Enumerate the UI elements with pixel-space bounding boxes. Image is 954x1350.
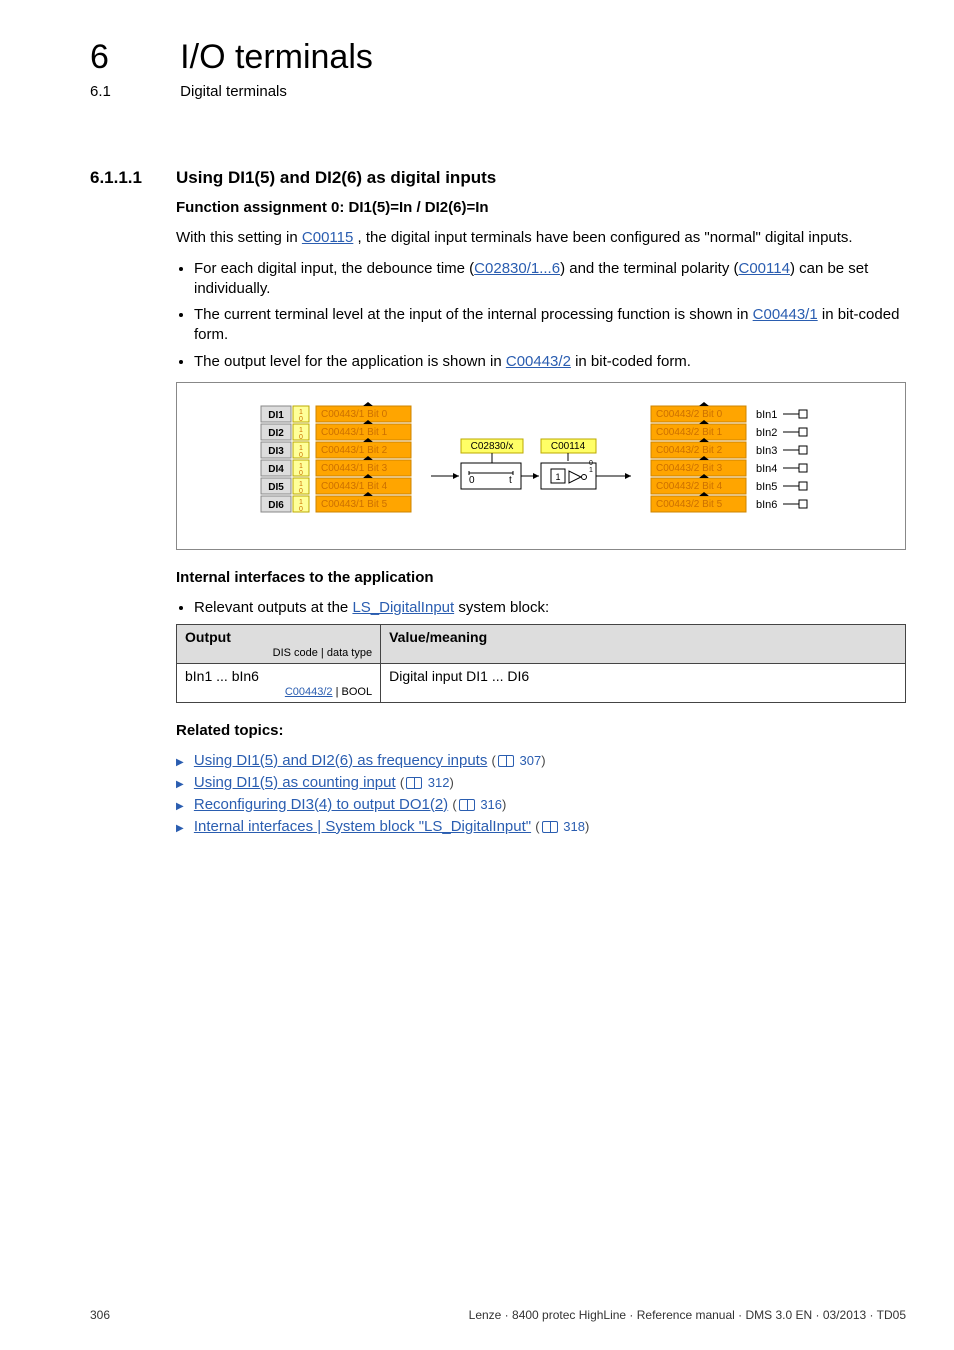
link-related-2[interactable]: Using DI1(5) as counting input xyxy=(194,774,396,791)
link-c00114[interactable]: C00114 xyxy=(739,260,790,277)
link-c02830[interactable]: C02830/1...6 xyxy=(474,260,560,277)
svg-text:C00443/1 Bit 3: C00443/1 Bit 3 xyxy=(321,463,388,474)
svg-text:C00443/2 Bit 4: C00443/2 Bit 4 xyxy=(656,481,723,492)
col-value: Value/meaning xyxy=(381,625,906,664)
chapter-number: 6 xyxy=(90,38,176,77)
footer-text: Lenze · 8400 protec HighLine · Reference… xyxy=(469,1308,906,1322)
svg-text:0: 0 xyxy=(299,452,303,459)
svg-text:C00443/2 Bit 2: C00443/2 Bit 2 xyxy=(656,445,723,456)
col-output-sub: DIS code | data type xyxy=(185,647,372,659)
link-related-4[interactable]: Internal interfaces | System block "LS_D… xyxy=(194,818,531,835)
book-icon xyxy=(459,799,475,811)
svg-text:C00443/1 Bit 4: C00443/1 Bit 4 xyxy=(321,481,388,492)
svg-text:C00443/1 Bit 5: C00443/1 Bit 5 xyxy=(321,499,388,510)
function-assignment-heading: Function assignment 0: DI1(5)=In / DI2(6… xyxy=(176,198,906,218)
svg-text:bIn3: bIn3 xyxy=(756,445,777,457)
svg-text:1: 1 xyxy=(589,467,593,474)
related-item-3: Reconfiguring DI3(4) to output DO1(2) ( … xyxy=(176,796,906,813)
book-icon xyxy=(542,821,558,833)
svg-text:0: 0 xyxy=(299,416,303,423)
svg-text:bIn1: bIn1 xyxy=(756,409,777,421)
svg-text:C00114: C00114 xyxy=(551,441,586,452)
svg-text:C00443/1 Bit 1: C00443/1 Bit 1 xyxy=(321,427,388,438)
related-item-1: Using DI1(5) and DI2(6) as frequency inp… xyxy=(176,752,906,769)
svg-text:C02830/x: C02830/x xyxy=(471,441,514,452)
signal-flow-diagram: DI1 1 0 C00443/1 Bit 0 C00443/2 Bit 0 bI… xyxy=(176,382,906,550)
svg-text:bIn4: bIn4 xyxy=(756,463,777,475)
svg-text:t: t xyxy=(509,475,512,486)
svg-text:1: 1 xyxy=(299,463,303,470)
bullet-current-level: The current terminal level at the input … xyxy=(194,305,906,346)
svg-text:1: 1 xyxy=(299,427,303,434)
svg-text:C00443/2 Bit 3: C00443/2 Bit 3 xyxy=(656,463,723,474)
outputs-table: Output DIS code | data type Value/meanin… xyxy=(176,624,906,703)
svg-text:bIn2: bIn2 xyxy=(756,427,777,439)
internal-interfaces-heading: Internal interfaces to the application xyxy=(176,568,906,588)
svg-text:DI5: DI5 xyxy=(268,482,284,493)
link-c00443-2[interactable]: C00443/2 xyxy=(506,353,571,370)
svg-text:DI3: DI3 xyxy=(268,446,284,457)
svg-text:DI2: DI2 xyxy=(268,428,284,439)
svg-text:1: 1 xyxy=(555,472,560,482)
internal-interfaces-line: Relevant outputs at the LS_DigitalInput … xyxy=(194,598,906,618)
book-icon xyxy=(406,777,422,789)
divider: _ _ _ _ _ _ _ _ _ _ _ _ _ _ _ _ _ _ _ _ … xyxy=(90,130,906,144)
link-c00443-1[interactable]: C00443/1 xyxy=(753,306,818,323)
subsection-number: 6.1 xyxy=(90,83,176,100)
link-related-1[interactable]: Using DI1(5) and DI2(6) as frequency inp… xyxy=(194,752,487,769)
link-ls-digitalinput[interactable]: LS_DigitalInput xyxy=(352,599,454,616)
svg-text:bIn5: bIn5 xyxy=(756,481,777,493)
bullet-debounce: For each digital input, the debounce tim… xyxy=(194,259,906,300)
svg-text:0: 0 xyxy=(299,488,303,495)
section-number: 6.1.1.1 xyxy=(90,168,176,188)
link-c00115[interactable]: C00115 xyxy=(302,229,353,246)
svg-text:DI6: DI6 xyxy=(268,500,284,511)
page-number: 306 xyxy=(90,1308,110,1322)
svg-text:C00443/1 Bit 0: C00443/1 Bit 0 xyxy=(321,409,388,420)
svg-text:0: 0 xyxy=(299,470,303,477)
svg-text:1: 1 xyxy=(299,481,303,488)
svg-text:DI1: DI1 xyxy=(268,410,284,421)
chapter-title: I/O terminals xyxy=(180,38,373,77)
related-item-4: Internal interfaces | System block "LS_D… xyxy=(176,818,906,835)
related-item-2: Using DI1(5) as counting input ( 312) xyxy=(176,774,906,791)
svg-text:0: 0 xyxy=(589,460,593,467)
svg-text:DI4: DI4 xyxy=(268,464,284,475)
svg-text:C00443/1 Bit 2: C00443/1 Bit 2 xyxy=(321,445,388,456)
svg-text:0: 0 xyxy=(299,506,303,513)
bullet-output-level: The output level for the application is … xyxy=(194,352,906,372)
col-output: Output xyxy=(185,629,231,645)
related-heading: Related topics: xyxy=(176,721,906,741)
intro-paragraph: With this setting in C00115 , the digita… xyxy=(176,228,906,248)
svg-text:C00443/2 Bit 0: C00443/2 Bit 0 xyxy=(656,409,723,420)
svg-text:C00443/2 Bit 5: C00443/2 Bit 5 xyxy=(656,499,723,510)
link-c00443-2-table[interactable]: C00443/2 xyxy=(285,686,333,698)
link-related-3[interactable]: Reconfiguring DI3(4) to output DO1(2) xyxy=(194,796,448,813)
svg-text:1: 1 xyxy=(299,499,303,506)
svg-text:bIn6: bIn6 xyxy=(756,499,777,511)
section-title: Using DI1(5) and DI2(6) as digital input… xyxy=(176,168,496,188)
row-bIn-desc: Digital input DI1 ... DI6 xyxy=(381,664,906,703)
subsection-title: Digital terminals xyxy=(180,83,287,100)
svg-text:C00443/2 Bit 1: C00443/2 Bit 1 xyxy=(656,427,723,438)
svg-text:1: 1 xyxy=(299,409,303,416)
row-bIn-range: bIn1 ... bIn6 xyxy=(185,668,259,684)
book-icon xyxy=(498,755,514,767)
svg-text:0: 0 xyxy=(469,475,475,486)
svg-text:0: 0 xyxy=(299,434,303,441)
svg-text:1: 1 xyxy=(299,445,303,452)
